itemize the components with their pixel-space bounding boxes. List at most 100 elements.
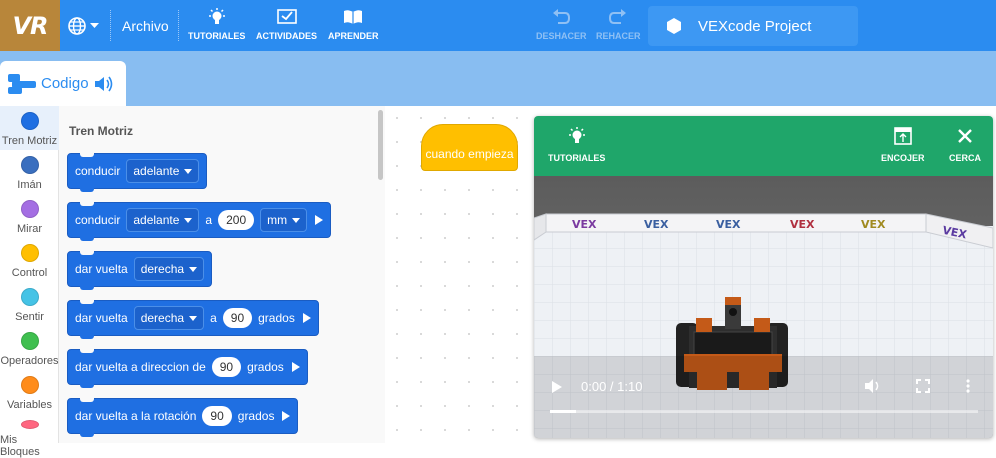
category-my-blocks[interactable]: Mis Bloques <box>0 414 59 458</box>
redo-label: REHACER <box>596 31 641 41</box>
vexcode-vr-logo: VR <box>0 0 60 51</box>
unit-dropdown[interactable]: mm <box>260 208 308 232</box>
playground-header: TUTORIALES ENCOJER CERCA <box>534 116 993 176</box>
category-dot <box>20 156 39 174</box>
language-menu[interactable] <box>68 13 106 39</box>
fullscreen-icon[interactable] <box>916 379 930 393</box>
category-dot <box>20 112 39 130</box>
drive-block[interactable]: conducir adelante <box>67 153 208 192</box>
close-icon <box>958 129 972 143</box>
heading-input[interactable]: 90 <box>211 357 242 377</box>
video-progress-bar[interactable] <box>550 410 978 413</box>
shrink-icon <box>893 127 912 145</box>
block-text: grados <box>258 311 295 325</box>
dropdown-arrow-icon <box>292 217 301 223</box>
video-controls: 0:00 / 1:10 <box>534 374 993 434</box>
category-label: Mirar <box>16 223 43 235</box>
palette-title: Tren Motriz <box>69 124 134 138</box>
turn-for-block[interactable]: dar vuelta derecha a 90 grados <box>67 300 319 339</box>
category-control[interactable]: Control <box>0 238 59 282</box>
direction-dropdown[interactable]: adelante <box>126 159 200 183</box>
block-text: a <box>210 311 217 325</box>
category-label: Operadores <box>0 355 59 367</box>
turn-block[interactable]: dar vuelta derecha <box>67 251 213 290</box>
vex-banner-text: VEX <box>861 218 886 231</box>
block-text: conducir <box>75 164 121 178</box>
block-text: dar vuelta a la rotación <box>75 409 197 423</box>
category-sensing[interactable]: Sentir <box>0 282 59 326</box>
wait-arrow-icon <box>291 362 300 372</box>
top-toolbar: VR Archivo TUTORIALES ACTIVIDADES APREND… <box>0 0 996 51</box>
category-drivetrain[interactable]: Tren Motriz <box>0 106 59 150</box>
angle-input[interactable]: 90 <box>222 308 253 328</box>
video-progress-fill <box>550 410 576 413</box>
category-looks[interactable]: Mirar <box>0 194 59 238</box>
drive-for-block[interactable]: conducir adelante a 200 mm <box>67 202 332 241</box>
project-name-field[interactable]: VEXcode Project <box>648 6 858 46</box>
speaker-icon[interactable] <box>94 75 114 93</box>
file-menu[interactable]: Archivo <box>122 18 169 34</box>
category-dot <box>20 200 39 218</box>
distance-input[interactable]: 200 <box>218 210 255 230</box>
category-label: Control <box>11 267 48 279</box>
category-label: Variables <box>6 399 53 411</box>
hexagon-icon <box>667 18 681 34</box>
block-text: grados <box>247 360 284 374</box>
volume-icon[interactable] <box>864 378 882 394</box>
dropdown-value: derecha <box>140 262 185 276</box>
shrink-button[interactable]: ENCOJER <box>881 127 925 163</box>
dropdown-value: mm <box>267 213 288 227</box>
vex-banner-text: VEX <box>644 218 669 231</box>
category-variables[interactable]: Variables <box>0 370 59 414</box>
playground-window: TUTORIALES ENCOJER CERCA VEX VEX VEX VEX… <box>534 116 993 438</box>
dropdown-value: derecha <box>140 311 185 325</box>
rotation-input[interactable]: 90 <box>202 406 232 426</box>
undo-label: DESHACER <box>536 31 587 41</box>
video-time: 0:00 / 1:10 <box>581 379 643 394</box>
when-started-block[interactable]: cuando empieza <box>421 124 518 171</box>
block-text: dar vuelta a direccion de <box>75 360 206 374</box>
redo-button[interactable]: REHACER <box>596 8 641 41</box>
dropdown-arrow-icon <box>189 266 198 272</box>
category-label: Mis Bloques <box>0 434 40 458</box>
wait-arrow-icon <box>315 215 324 225</box>
tab-code[interactable]: Codigo <box>0 61 126 106</box>
turn-to-rotation-block[interactable]: dar vuelta a la rotación 90 grados <box>67 398 299 437</box>
category-magnet[interactable]: Imán <box>0 150 59 194</box>
globe-icon <box>68 17 86 35</box>
turn-to-heading-block[interactable]: dar vuelta a direccion de 90 grados <box>67 349 308 388</box>
block-text: conducir <box>75 213 121 227</box>
playground-tutorials-label: TUTORIALES <box>548 153 606 163</box>
block-text: dar vuelta <box>75 311 128 325</box>
category-label: Tren Motriz <box>1 135 58 147</box>
more-options-icon[interactable] <box>965 379 971 393</box>
palette-scrollbar[interactable] <box>378 110 383 180</box>
category-label: Sentir <box>15 311 44 323</box>
category-label: Imán <box>17 179 42 191</box>
turn-direction-dropdown[interactable]: derecha <box>133 306 205 330</box>
undo-button[interactable]: DESHACER <box>536 8 587 41</box>
toolbar-divider <box>110 10 111 41</box>
play-icon[interactable] <box>552 381 562 393</box>
playground-tutorials-button[interactable]: TUTORIALES <box>548 127 605 163</box>
activities-button[interactable]: ACTIVIDADES <box>256 8 317 41</box>
logo-text: VR <box>12 11 48 40</box>
category-dot <box>20 244 39 262</box>
direction-dropdown[interactable]: adelante <box>126 208 200 232</box>
block-text: a <box>205 213 213 227</box>
vex-banner-text: VEX <box>716 218 741 231</box>
tutorials-button[interactable]: TUTORIALES <box>188 8 245 41</box>
learn-button[interactable]: APRENDER <box>328 8 379 41</box>
dropdown-arrow-icon <box>184 168 193 174</box>
turn-direction-dropdown[interactable]: derecha <box>133 257 205 281</box>
category-dot <box>20 332 39 350</box>
close-button[interactable]: CERCA <box>949 127 981 163</box>
category-dot <box>20 376 39 394</box>
wait-arrow-icon <box>282 411 291 421</box>
dropdown-value: adelante <box>133 164 180 178</box>
activities-label: ACTIVIDADES <box>256 31 318 41</box>
vex-banner-text: VEX <box>790 218 815 231</box>
category-operators[interactable]: Operadores <box>0 326 59 370</box>
wait-arrow-icon <box>302 313 311 323</box>
dropdown-arrow-icon <box>184 217 193 223</box>
